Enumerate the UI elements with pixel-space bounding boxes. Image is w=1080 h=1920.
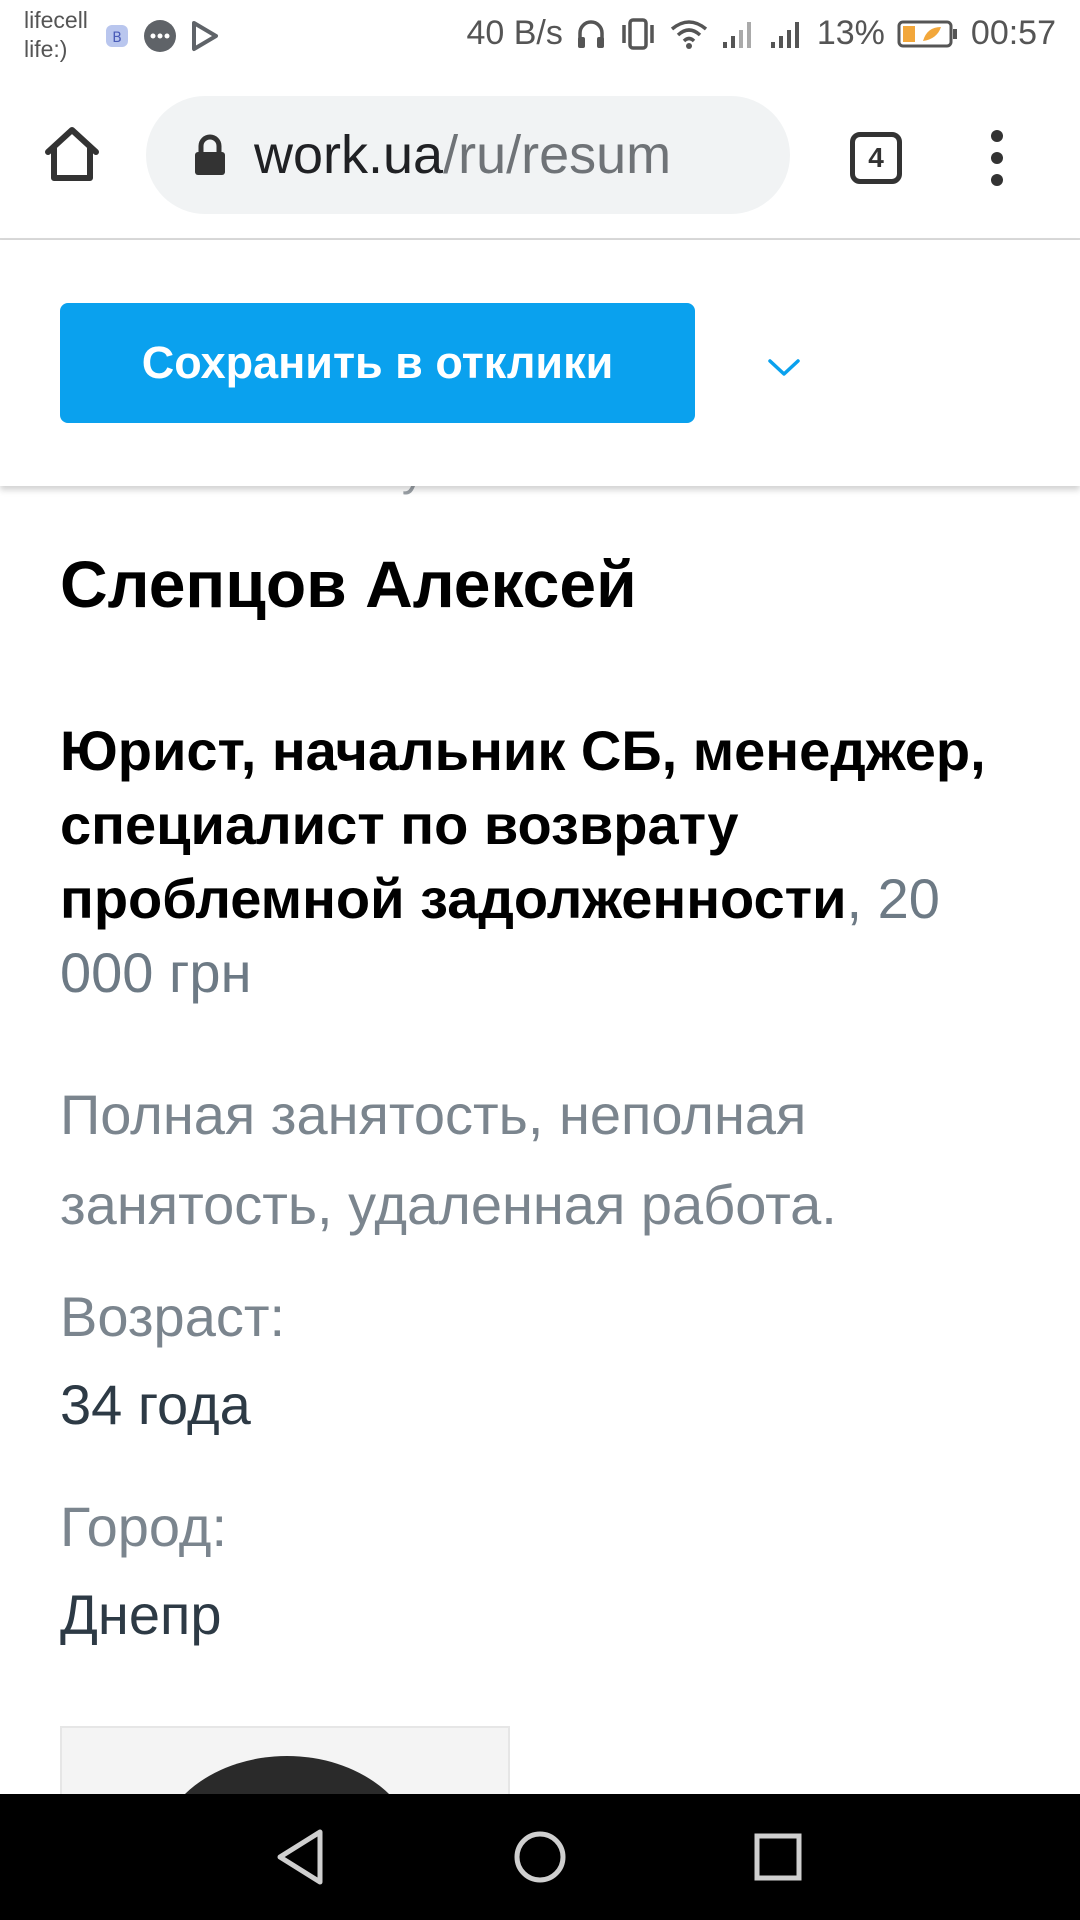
battery-saver-icon bbox=[897, 20, 957, 47]
play-store-icon bbox=[192, 21, 218, 51]
headphones-icon bbox=[577, 19, 604, 48]
battery-percent: 13% bbox=[816, 14, 885, 52]
desired-position: Юрист, начальник СБ, менеджер, специалис… bbox=[60, 714, 1020, 1010]
url-path: /ru/resum bbox=[443, 125, 672, 185]
address-bar[interactable]: work.ua/ru/resum bbox=[146, 96, 790, 214]
candidate-name: Слепцов Алексей bbox=[60, 547, 637, 621]
clock: 00:57 bbox=[970, 14, 1056, 52]
chevron-down-icon[interactable] bbox=[764, 348, 804, 388]
home-circle-icon[interactable] bbox=[510, 1824, 570, 1890]
candidate-photo bbox=[60, 1726, 510, 1794]
carrier-label: lifecell life:) bbox=[24, 6, 88, 64]
signal-icon bbox=[770, 21, 799, 48]
city-value: Днепр bbox=[60, 1583, 222, 1646]
back-triangle-icon[interactable] bbox=[270, 1824, 330, 1890]
resume-content: Резюме от 4 августа 2019 Слепцов Алексей… bbox=[0, 486, 1080, 1794]
vibrate-icon bbox=[622, 17, 654, 50]
notification-icons: B bbox=[104, 18, 220, 54]
tab-count: 4 bbox=[868, 142, 884, 173]
save-bar: Сохранить в отклики bbox=[0, 240, 1080, 486]
employment-type: Полная занятость, неполная занятость, уд… bbox=[60, 1083, 837, 1236]
city-label: Город: bbox=[60, 1495, 228, 1558]
lock-icon bbox=[195, 134, 225, 175]
system-icons: 40 B/s 13% 00:57 bbox=[466, 14, 1056, 53]
tab-switcher-button[interactable]: 4 bbox=[850, 132, 902, 184]
age-value: 34 года bbox=[60, 1373, 251, 1436]
age-label: Возраст: bbox=[60, 1285, 286, 1348]
signal-icon bbox=[722, 21, 751, 48]
url-text: work.ua/ru/resum bbox=[254, 124, 754, 186]
photo-hair-shape bbox=[157, 1756, 417, 1794]
carrier-line1: lifecell bbox=[24, 7, 88, 33]
home-icon[interactable] bbox=[40, 122, 104, 186]
browser-toolbar: work.ua/ru/resum 4 bbox=[0, 78, 1080, 240]
svg-text:B: B bbox=[112, 30, 122, 46]
carrier-line2: life:) bbox=[24, 36, 68, 62]
net-speed: 40 B/s bbox=[466, 14, 563, 52]
chat-bubble-icon bbox=[144, 20, 176, 52]
url-host: work.ua bbox=[254, 125, 444, 185]
recents-square-icon[interactable] bbox=[748, 1824, 808, 1890]
resume-date: Резюме от 4 августа 2019 bbox=[60, 486, 609, 496]
more-vert-icon[interactable] bbox=[982, 126, 1012, 190]
wifi-icon bbox=[670, 19, 707, 49]
save-to-responses-button[interactable]: Сохранить в отклики bbox=[60, 303, 695, 423]
notification-app-icon: B bbox=[106, 25, 128, 47]
status-bar: lifecell life:) B 40 B/s 13% 00:57 bbox=[0, 0, 1080, 78]
navigation-bar bbox=[0, 1794, 1080, 1920]
